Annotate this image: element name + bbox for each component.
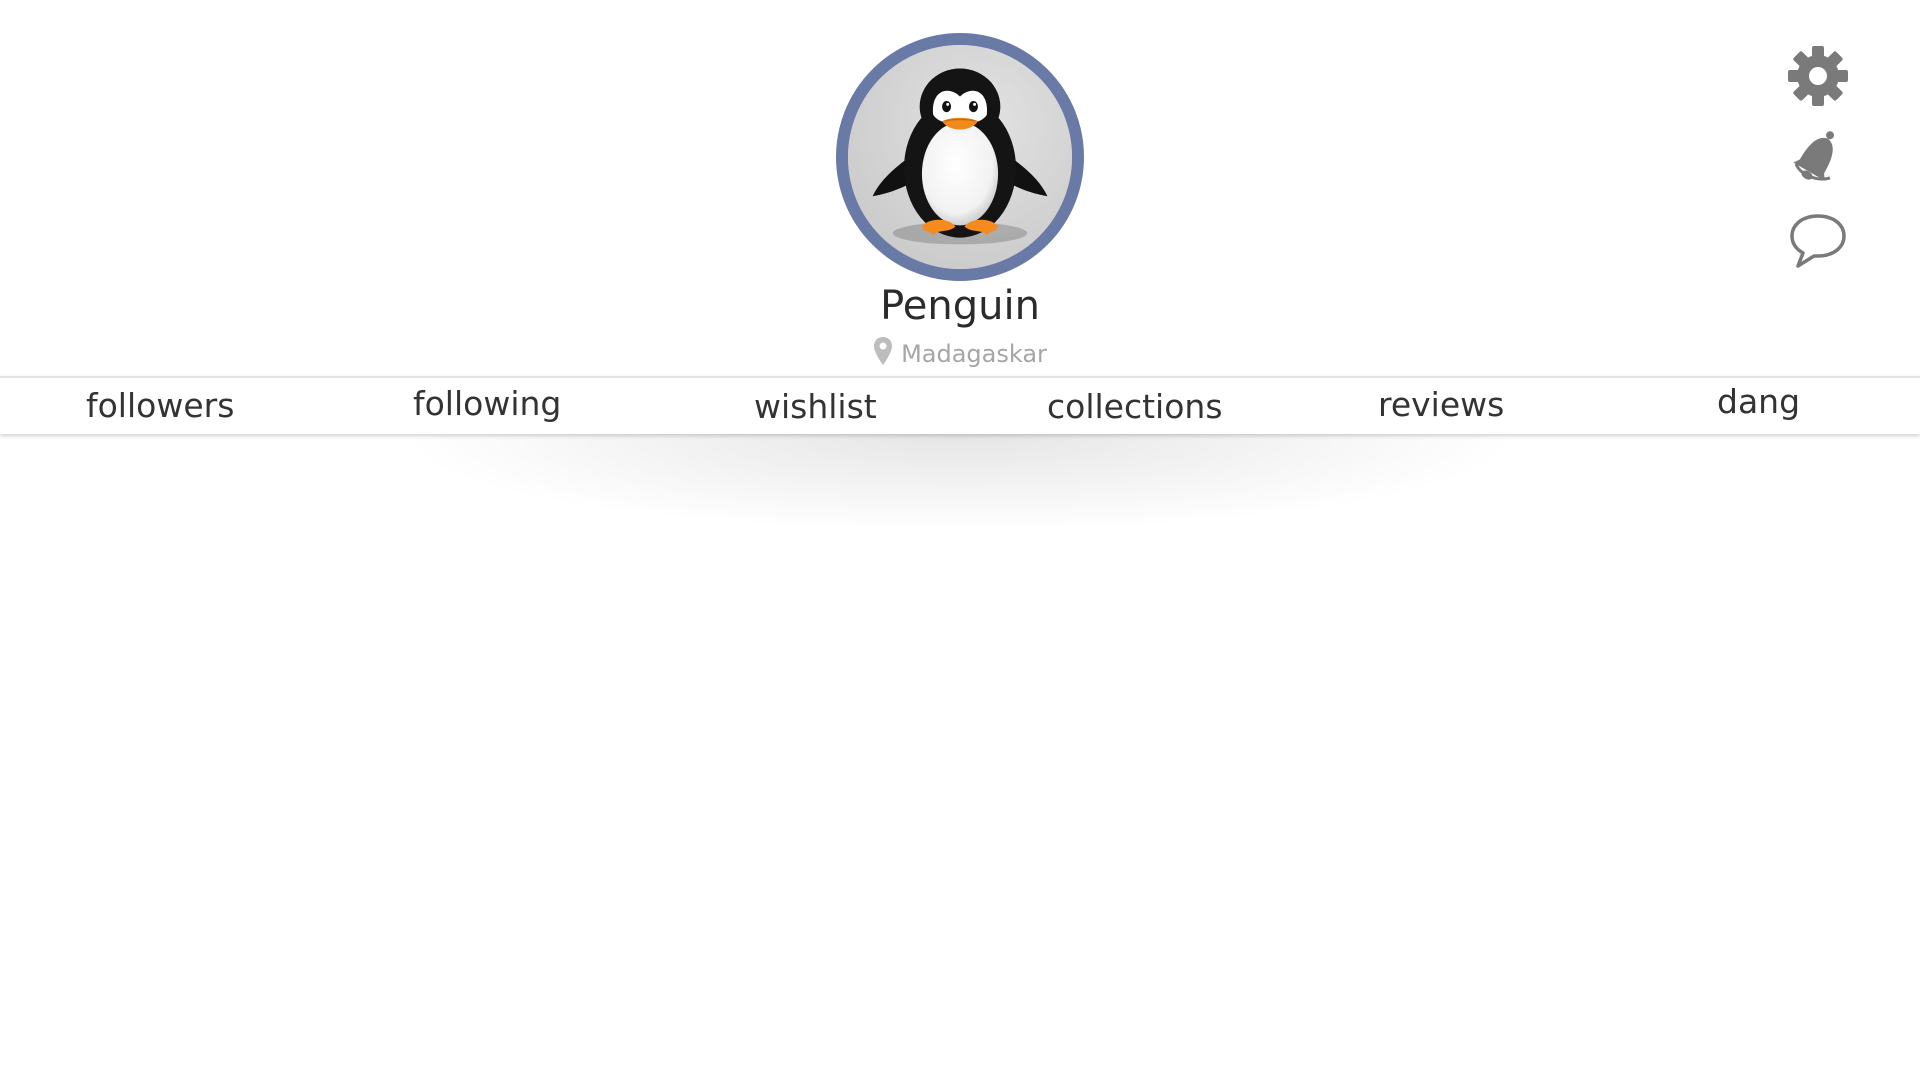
penguin-icon — [848, 45, 1072, 269]
tab-wishlist[interactable]: wishlist — [754, 379, 877, 435]
location-pin-icon — [874, 337, 893, 365]
location: Madagaskar — [0, 336, 1920, 369]
profile-name: Penguin — [880, 283, 1040, 329]
tab-followers[interactable]: followers — [86, 378, 234, 434]
profile-tab-bar: followers following wishlist collections… — [0, 376, 1920, 434]
tab-collections[interactable]: collections — [1047, 379, 1223, 435]
tab-bar-shadow — [160, 434, 1760, 574]
tab-reviews[interactable]: reviews — [1378, 377, 1504, 433]
chat-bubble-icon[interactable] — [1786, 208, 1850, 272]
avatar[interactable] — [836, 33, 1084, 281]
settings-icon[interactable] — [1786, 44, 1850, 108]
tab-dang[interactable]: dang — [1717, 374, 1800, 430]
location-text: Madagaskar — [901, 340, 1047, 368]
tab-following[interactable]: following — [413, 376, 561, 432]
bell-icon[interactable] — [1786, 124, 1850, 188]
profile-page: Penguin Madagaskar followers following w… — [0, 0, 1920, 1080]
